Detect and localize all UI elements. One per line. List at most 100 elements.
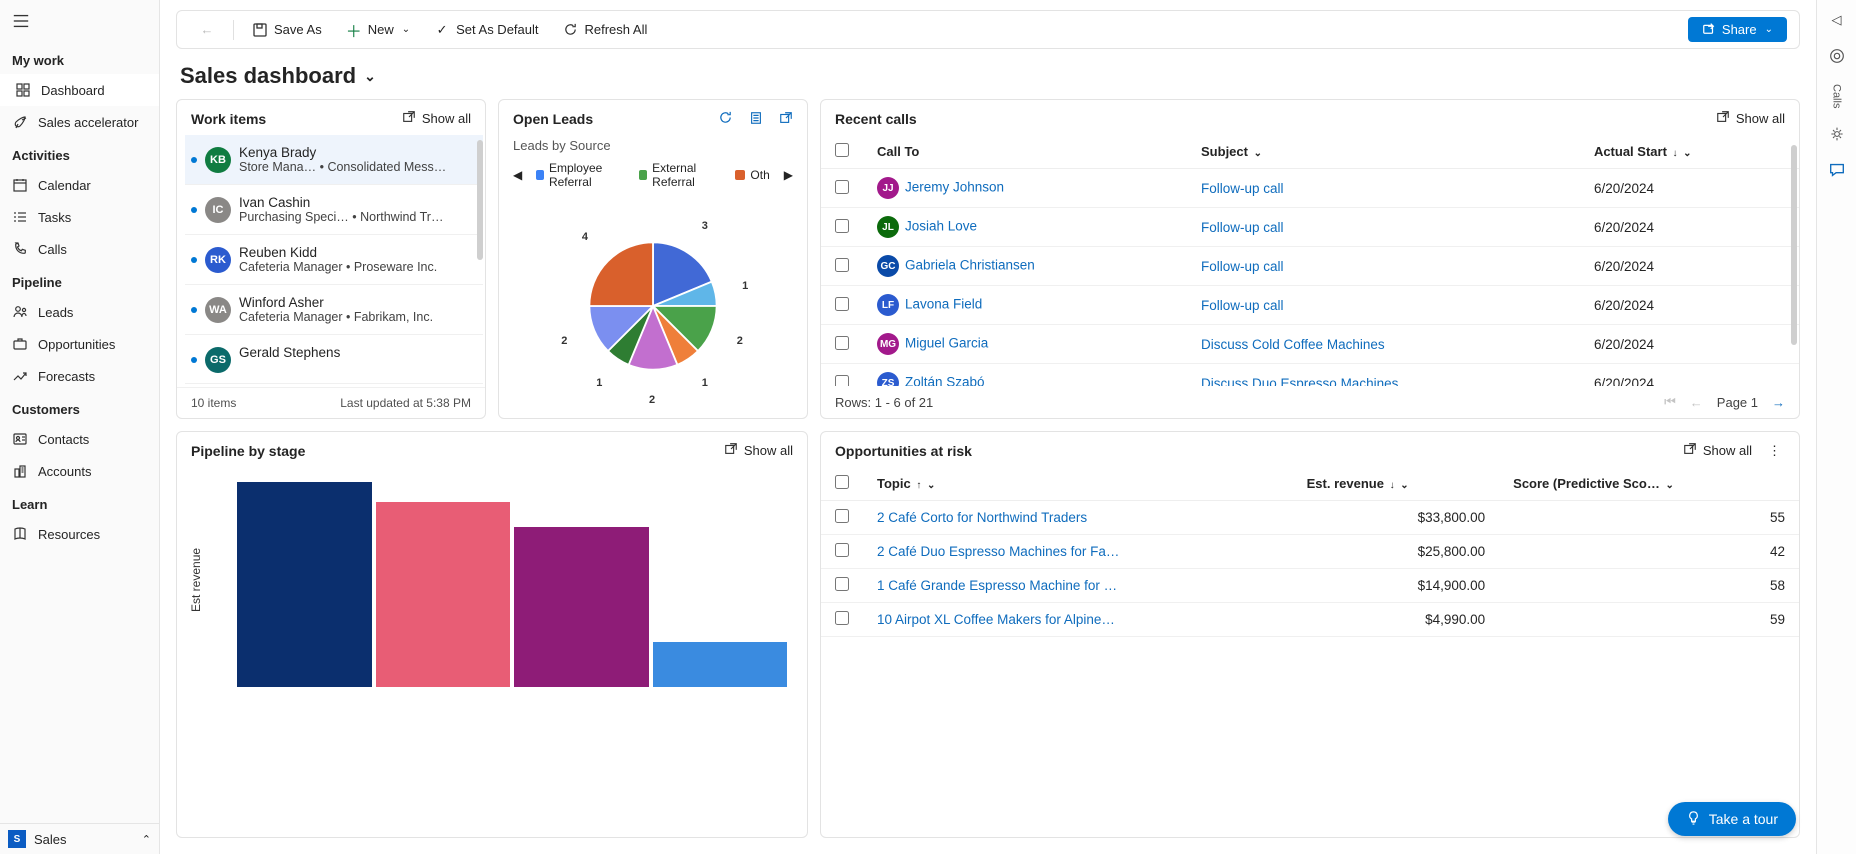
nav-item-dashboard[interactable]: Dashboard <box>0 74 159 106</box>
table-row[interactable]: LFLavona FieldFollow-up call6/20/2024 <box>821 286 1799 325</box>
records-icon[interactable] <box>749 111 763 128</box>
show-all-link[interactable]: Show all <box>1716 110 1785 127</box>
legend-item[interactable]: Oth <box>735 161 769 189</box>
topic-cell[interactable]: 10 Airpot XL Coffee Makers for Alpine… <box>863 603 1293 637</box>
nav-item-calls[interactable]: Calls <box>0 233 159 265</box>
table-row[interactable]: GCGabriela ChristiansenFollow-up call6/2… <box>821 247 1799 286</box>
row-checkbox[interactable] <box>835 180 849 194</box>
row-checkbox[interactable] <box>835 577 849 591</box>
col-topic[interactable]: Topic ↑ ⌄ <box>863 467 1293 501</box>
settings-icon[interactable] <box>1827 124 1847 144</box>
col-revenue[interactable]: Est. revenue ↓ ⌄ <box>1293 467 1500 501</box>
work-item-row[interactable]: RKReuben KiddCafeteria Manager • Prosewa… <box>185 235 483 285</box>
nav-item-calendar[interactable]: Calendar <box>0 169 159 201</box>
table-row[interactable]: MGMiguel GarciaDiscuss Cold Coffee Machi… <box>821 325 1799 364</box>
show-all-link[interactable]: Show all <box>724 442 793 459</box>
call-to-cell[interactable]: MGMiguel Garcia <box>863 325 1187 364</box>
collapse-rail-icon[interactable]: ◁ <box>1827 10 1847 30</box>
back-button[interactable]: ← <box>189 18 225 42</box>
first-page-icon[interactable]: ⏮ <box>1664 394 1676 410</box>
call-to-cell[interactable]: JJJeremy Johnson <box>863 169 1187 208</box>
call-to-cell[interactable]: JLJosiah Love <box>863 208 1187 247</box>
topic-cell[interactable]: 1 Café Grande Espresso Machine for … <box>863 569 1293 603</box>
call-to-cell[interactable]: LFLavona Field <box>863 286 1187 325</box>
row-checkbox[interactable] <box>835 543 849 557</box>
table-row[interactable]: ZSZoltán SzabóDiscuss Duo Espresso Machi… <box>821 364 1799 387</box>
row-checkbox[interactable] <box>835 336 849 350</box>
call-to-cell[interactable]: GCGabriela Christiansen <box>863 247 1187 286</box>
bar[interactable] <box>653 642 788 687</box>
nav-footer[interactable]: S Sales ⌃ <box>0 823 159 854</box>
chevron-down-icon[interactable]: ⌄ <box>364 68 376 85</box>
call-to-cell[interactable]: ZSZoltán Szabó <box>863 364 1187 387</box>
legend-item[interactable]: Employee Referral <box>536 161 625 189</box>
topic-cell[interactable]: 2 Café Duo Espresso Machines for Fa… <box>863 535 1293 569</box>
legend-item[interactable]: External Referral <box>639 161 721 189</box>
row-checkbox[interactable] <box>835 297 849 311</box>
row-checkbox[interactable] <box>835 219 849 233</box>
chat-icon[interactable] <box>1827 160 1847 180</box>
subject-cell[interactable]: Follow-up call <box>1187 169 1580 208</box>
scrollbar[interactable] <box>477 140 483 260</box>
topic-cell[interactable]: 2 Café Corto for Northwind Traders <box>863 501 1293 535</box>
bar[interactable] <box>514 527 649 687</box>
legend-prev[interactable]: ◀ <box>513 168 522 182</box>
show-all-link[interactable]: Show all <box>1683 442 1752 459</box>
work-item-row[interactable]: ICIvan CashinPurchasing Speci… • Northwi… <box>185 185 483 235</box>
table-row[interactable]: 2 Café Corto for Northwind Traders$33,80… <box>821 501 1799 535</box>
table-row[interactable]: JLJosiah LoveFollow-up call6/20/2024 <box>821 208 1799 247</box>
work-item-row[interactable]: WAWinford AsherCafeteria Manager • Fabri… <box>185 285 483 335</box>
nav-item-accounts[interactable]: Accounts <box>0 455 159 487</box>
nav-item-contacts[interactable]: Contacts <box>0 423 159 455</box>
hamburger-icon[interactable] <box>0 8 159 43</box>
copilot-icon[interactable] <box>1827 46 1847 66</box>
share-button[interactable]: Share ⌄ <box>1688 17 1787 42</box>
col-subject[interactable]: Subject ⌄ <box>1187 135 1580 169</box>
nav-item-leads[interactable]: Leads <box>0 296 159 328</box>
row-checkbox[interactable] <box>835 611 849 625</box>
row-checkbox[interactable] <box>835 375 849 387</box>
subject-cell[interactable]: Follow-up call <box>1187 286 1580 325</box>
subject-cell[interactable]: Follow-up call <box>1187 208 1580 247</box>
work-item-row[interactable]: GSGerald Stephens <box>185 335 483 384</box>
nav-item-forecasts[interactable]: Forecasts <box>0 360 159 392</box>
table-row[interactable]: JJJeremy JohnsonFollow-up call6/20/2024 <box>821 169 1799 208</box>
bar[interactable] <box>376 502 511 687</box>
next-page-icon[interactable]: → <box>1772 395 1785 410</box>
legend-next[interactable]: ▶ <box>784 168 793 182</box>
table-row[interactable]: 2 Café Duo Espresso Machines for Fa…$25,… <box>821 535 1799 569</box>
table-row[interactable]: 1 Café Grande Espresso Machine for …$14,… <box>821 569 1799 603</box>
set-default-button[interactable]: ✓ Set As Default <box>424 18 548 42</box>
subject-cell[interactable]: Follow-up call <box>1187 247 1580 286</box>
table-row[interactable]: 10 Airpot XL Coffee Makers for Alpine…$4… <box>821 603 1799 637</box>
save-as-button[interactable]: Save As <box>242 18 332 42</box>
nav-item-tasks[interactable]: Tasks <box>0 201 159 233</box>
more-icon[interactable]: ⋮ <box>1764 443 1785 459</box>
refresh-icon[interactable] <box>718 110 733 128</box>
page-title[interactable]: Sales dashboard ⌄ <box>180 63 376 89</box>
nav-item-opportunities[interactable]: Opportunities <box>0 328 159 360</box>
col-call-to[interactable]: Call To <box>863 135 1187 169</box>
new-button[interactable]: ＋ New ⌄ <box>336 18 420 42</box>
row-checkbox[interactable] <box>835 258 849 272</box>
pie-slice[interactable] <box>589 242 653 306</box>
col-actual-start[interactable]: Actual Start ↓ ⌄ <box>1580 135 1799 169</box>
chevron-up-icon[interactable]: ⌃ <box>142 833 151 846</box>
row-checkbox[interactable] <box>835 509 849 523</box>
work-item-row[interactable]: KBKenya BradyStore Mana… • Consolidated … <box>185 135 483 185</box>
refresh-all-button[interactable]: Refresh All <box>553 18 658 42</box>
scrollbar[interactable] <box>1791 145 1797 345</box>
bar[interactable] <box>237 482 372 687</box>
prev-page-icon[interactable]: ← <box>1690 395 1703 410</box>
col-score[interactable]: Score (Predictive Sco… ⌄ <box>1499 467 1799 501</box>
select-all-checkbox[interactable] <box>835 475 849 489</box>
subject-cell[interactable]: Discuss Cold Coffee Machines <box>1187 325 1580 364</box>
calls-rail-label[interactable]: Calls <box>1831 84 1843 108</box>
nav-item-sales-accelerator[interactable]: Sales accelerator <box>0 106 159 138</box>
select-all-checkbox[interactable] <box>835 143 849 157</box>
show-all-link[interactable]: Show all <box>402 110 471 127</box>
nav-item-resources[interactable]: Resources <box>0 518 159 550</box>
subject-cell[interactable]: Discuss Duo Espresso Machines <box>1187 364 1580 387</box>
popout-icon[interactable] <box>779 111 793 128</box>
take-tour-button[interactable]: Take a tour <box>1668 802 1796 836</box>
